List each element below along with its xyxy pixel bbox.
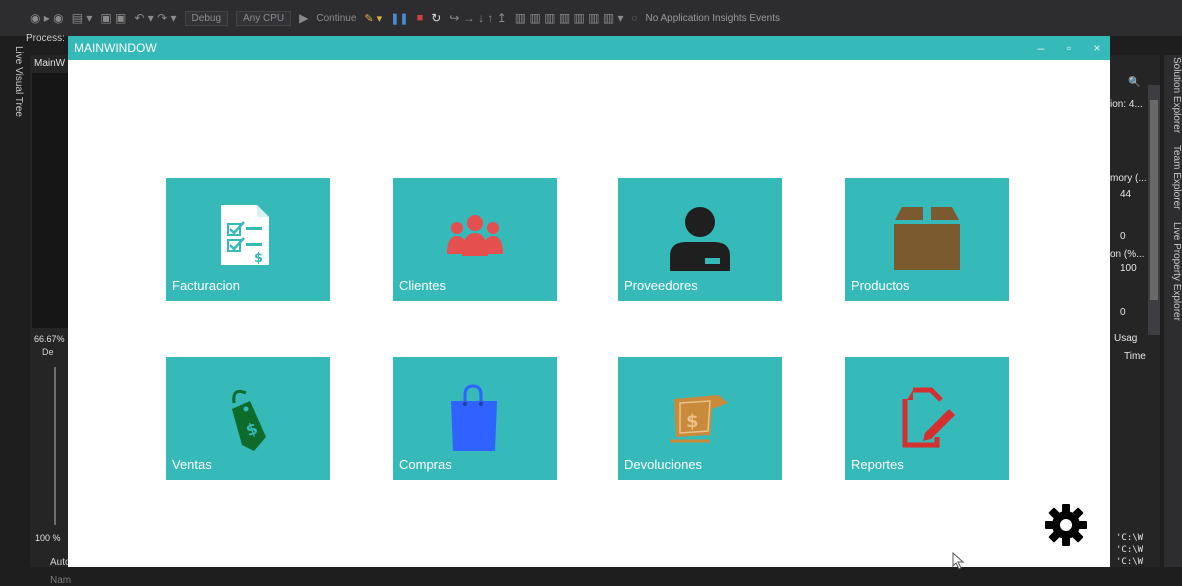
breakpoint-icons[interactable]: ▥ ▥ ▥ ▥ ▥ ▥ ▥ ▾ <box>515 11 624 25</box>
settings-gear-icon[interactable] <box>1043 502 1089 548</box>
diag-v100: 100 <box>1120 263 1137 274</box>
zoom-slider[interactable] <box>54 367 56 525</box>
diag-on: on (%... <box>1110 249 1145 260</box>
tile-facturacion[interactable]: $ Facturacion <box>166 178 330 301</box>
close-button[interactable]: × <box>1090 41 1104 55</box>
tile-label: Reportes <box>851 457 904 472</box>
vs-toolbar: ◉ ▸ ◉ ▤ ▾ ▣ ▣ ↶ ▾ ↷ ▾ Debug Any CPU ▶ Co… <box>0 0 1182 36</box>
tile-proveedores[interactable]: Proveedores <box>618 178 782 301</box>
output-path-3: 'C:\W <box>1116 557 1144 567</box>
diag-usage-tab[interactable]: Usag <box>1114 333 1137 344</box>
diag-ion: ion: 4... <box>1110 99 1143 110</box>
diag-v0b: 0 <box>1120 307 1126 318</box>
back-forward-icon[interactable]: ◉ ▸ ◉ <box>30 11 64 25</box>
diagnostics-pane: 🔍 ion: 4... mory (... 44 0 on (%... 100 … <box>1110 55 1160 567</box>
window-titlebar[interactable]: MAINWINDOW – ▫ × <box>68 36 1110 60</box>
config-select[interactable]: Debug <box>184 10 228 26</box>
tile-reportes[interactable]: Reportes <box>845 357 1009 480</box>
save-icon[interactable]: ▣ ▣ <box>100 11 126 25</box>
continue-play-icon[interactable]: ▶ <box>299 11 308 25</box>
right-tool-tabs: Solution Explorer Team Explorer Live Pro… <box>1164 55 1182 567</box>
designer-canvas <box>32 73 70 328</box>
tile-label: Devoluciones <box>624 457 703 472</box>
maximize-button[interactable]: ▫ <box>1062 41 1076 55</box>
output-path-2: 'C:\W <box>1116 545 1144 555</box>
tile-label: Compras <box>399 457 452 472</box>
tile-label: Clientes <box>399 278 446 293</box>
diag-time: Time <box>1124 351 1146 362</box>
insights-label[interactable]: No Application Insights Events <box>645 13 780 24</box>
window-title: MAINWINDOW <box>74 41 157 55</box>
svg-text:$: $ <box>686 411 699 432</box>
diag-v44: 44 <box>1120 189 1132 200</box>
main-window: MAINWINDOW – ▫ × $ Facturacion Clientes … <box>68 36 1110 570</box>
output-path-1: 'C:\W <box>1116 533 1144 543</box>
live-property-explorer-tab[interactable]: Live Property Explorer <box>1164 222 1182 321</box>
diag-mory: mory (... <box>1110 173 1147 184</box>
restart-icon[interactable]: ↻ <box>431 11 441 25</box>
stop-icon[interactable]: ■ <box>417 12 424 24</box>
diag-search-icon[interactable]: 🔍 <box>1128 77 1140 88</box>
tile-label: Proveedores <box>624 278 698 293</box>
left-designer-pane: MainW 66.67% De 100 % Autos Nam <box>30 55 76 586</box>
tile-ventas[interactable]: $ Ventas <box>166 357 330 480</box>
tile-label: Ventas <box>172 457 212 472</box>
tile-label: Facturacion <box>172 278 240 293</box>
zoom-level[interactable]: 66.67% <box>34 334 65 344</box>
hot-reload-icon[interactable]: ✎ ▾ <box>364 12 382 25</box>
live-visual-tree-tab[interactable]: Live Visual Tree <box>8 46 24 126</box>
new-project-icon[interactable]: ▤ ▾ <box>72 11 93 25</box>
zoom-level-secondary[interactable]: 100 % <box>35 533 61 543</box>
team-explorer-tab[interactable]: Team Explorer <box>1164 145 1182 209</box>
mainwindow-tab[interactable]: MainW <box>34 58 65 69</box>
svg-text:$: $ <box>254 251 263 266</box>
diag-v0a: 0 <box>1120 231 1126 242</box>
platform-select[interactable]: Any CPU <box>236 10 292 26</box>
tile-devoluciones[interactable]: $ Devoluciones <box>618 357 782 480</box>
undo-icon[interactable]: ↶ ▾ ↷ ▾ <box>134 11 176 25</box>
mouse-cursor-icon <box>952 552 965 570</box>
solution-explorer-tab[interactable]: Solution Explorer <box>1164 57 1182 133</box>
tile-productos[interactable]: Productos <box>845 178 1009 301</box>
step-icons[interactable]: ↪ → ↓ ↑ ↥ <box>449 11 506 25</box>
tile-clientes[interactable]: Clientes <box>393 178 557 301</box>
insights-icon[interactable]: ◌ <box>632 13 638 24</box>
tile-compras[interactable]: Compras <box>393 357 557 480</box>
autos-name-column: Nam <box>50 575 72 586</box>
continue-button[interactable]: Continue <box>316 13 356 24</box>
minimize-button[interactable]: – <box>1034 41 1048 55</box>
window-controls: – ▫ × <box>1034 36 1104 60</box>
diag-scroll-thumb[interactable] <box>1150 100 1158 300</box>
process-label: Process: <box>26 33 65 44</box>
designer-tab[interactable]: De <box>42 347 54 357</box>
tile-label: Productos <box>851 278 910 293</box>
pause-icon[interactable]: ❚❚ <box>390 12 408 25</box>
